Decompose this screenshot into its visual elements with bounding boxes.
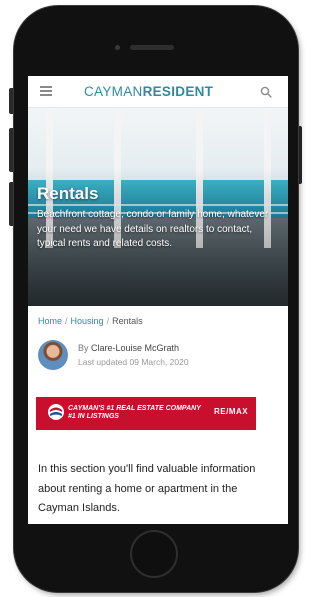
breadcrumb: Home / Housing / Rentals — [38, 316, 143, 326]
site-logo[interactable]: CAYMANRESIDENT — [84, 84, 213, 99]
author-byline: By Clare-Louise McGrath — [78, 343, 179, 353]
logo-bold: RESIDENT — [142, 84, 214, 99]
last-updated: Last updated 09 March, 2020 — [78, 357, 189, 367]
ad-line1: CAYMAN'S #1 REAL ESTATE COMPANY — [68, 405, 201, 412]
phone-screen: CAYMANRESIDENT Rentals Beachfront cottag… — [28, 76, 288, 524]
remax-logo: RE/MAX — [214, 407, 249, 416]
balloon-icon — [48, 404, 64, 420]
hamburger-menu-icon[interactable] — [40, 86, 52, 96]
breadcrumb-current: Rentals — [112, 316, 143, 326]
breadcrumb-separator: / — [106, 316, 110, 326]
device-stage: CAYMANRESIDENT Rentals Beachfront cottag… — [0, 0, 303, 597]
front-camera — [115, 45, 120, 50]
author-info: By Clare-Louise McGrath Last updated 09 … — [38, 340, 278, 374]
author-name[interactable]: Clare-Louise McGrath — [91, 343, 179, 353]
logo-light: CAYMAN — [84, 84, 143, 99]
page-title: Rentals — [37, 184, 99, 203]
ad-line2: #1 IN LISTINGS — [68, 413, 119, 420]
site-header: CAYMANRESIDENT — [28, 76, 288, 108]
author-prefix: By — [78, 343, 89, 353]
hero-overlay — [28, 108, 288, 306]
intro-paragraph: In this section you'll find valuable inf… — [38, 463, 256, 514]
breadcrumb-home[interactable]: Home — [38, 316, 62, 326]
breadcrumb-housing[interactable]: Housing — [71, 316, 104, 326]
hero-banner: Rentals Beachfront cottage, condo or fam… — [28, 108, 288, 306]
home-button — [130, 530, 178, 578]
earpiece-speaker — [130, 45, 174, 50]
remax-ad-banner[interactable]: CAYMAN'S #1 REAL ESTATE COMPANY #1 IN LI… — [36, 397, 256, 430]
hero-description: Beachfront cottage, condo or family home… — [37, 209, 269, 249]
search-icon[interactable] — [260, 86, 272, 98]
breadcrumb-separator: / — [65, 316, 68, 326]
avatar — [38, 340, 68, 370]
ad-text: CAYMAN'S #1 REAL ESTATE COMPANY #1 IN LI… — [68, 405, 201, 421]
